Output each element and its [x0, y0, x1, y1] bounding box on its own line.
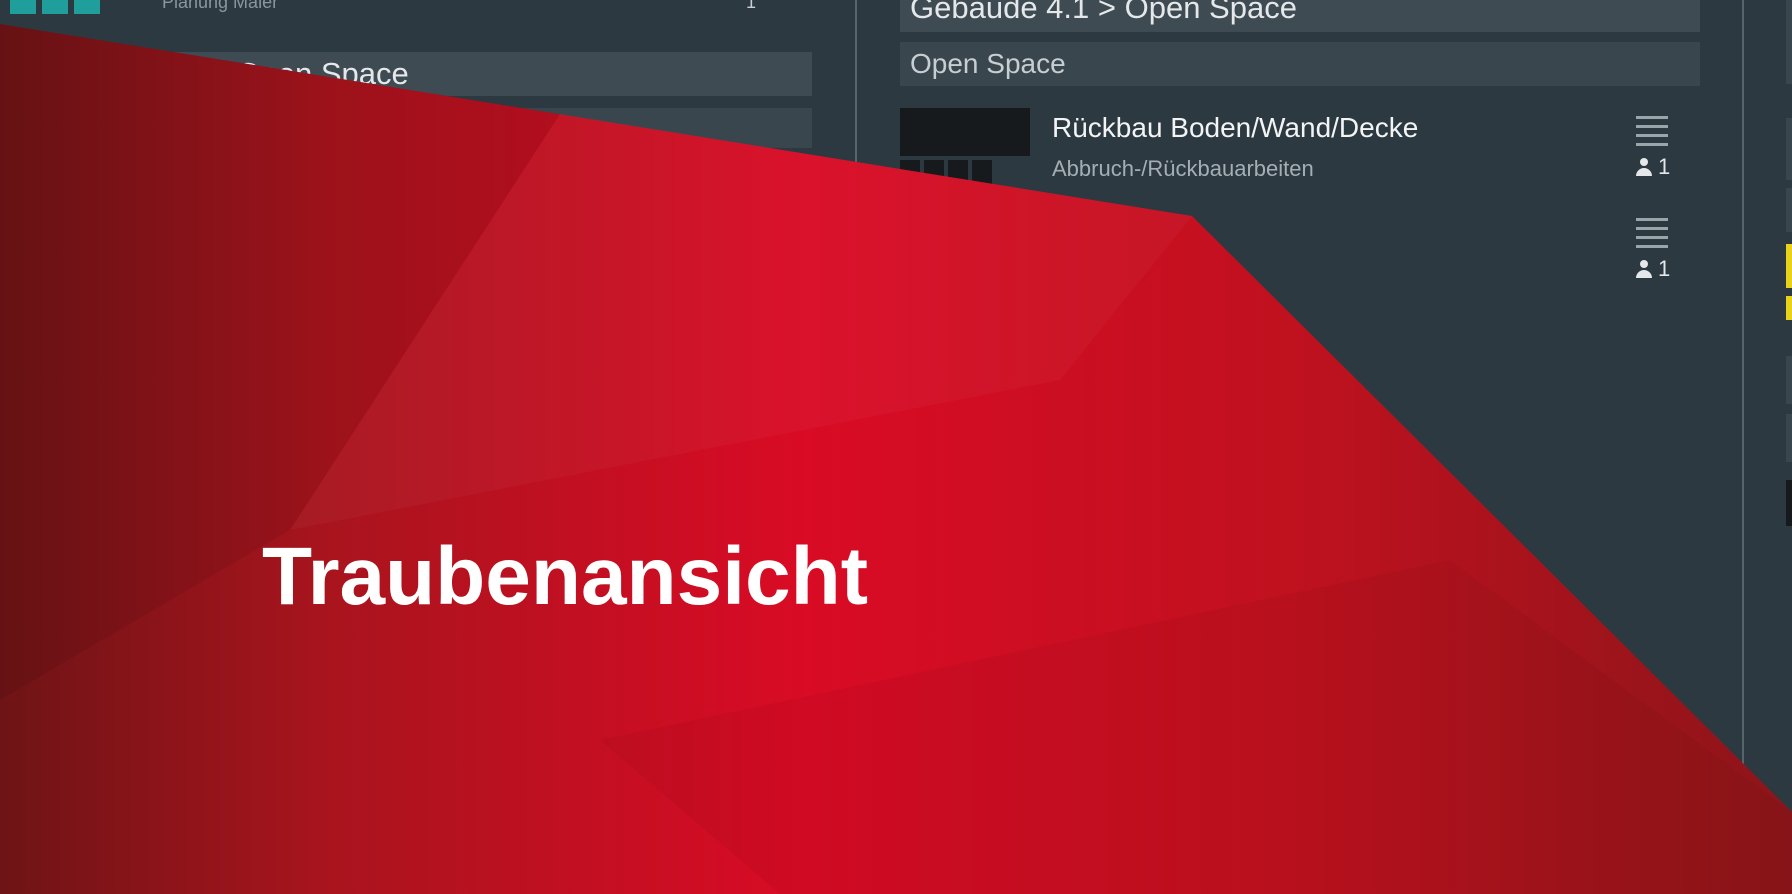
slide-title: Traubenansicht	[262, 531, 869, 622]
app-screen: Planung Maler 1 4.1 > Open Space Gebäude…	[0, 0, 1792, 894]
title-overlay	[0, 24, 1792, 894]
